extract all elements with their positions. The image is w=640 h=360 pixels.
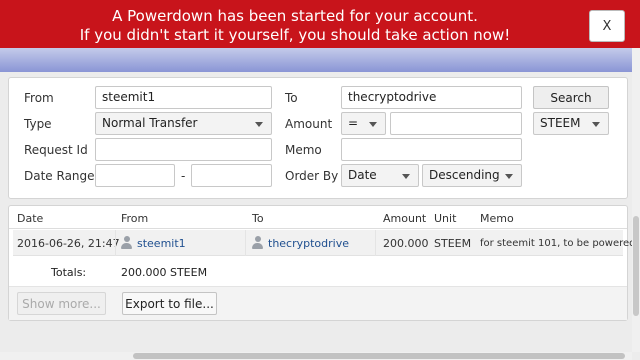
caret-down-icon xyxy=(505,174,513,179)
results-panel: Date From To Amount Unit Memo 2016-06-26… xyxy=(8,205,640,321)
date-to-input[interactable] xyxy=(191,164,272,187)
totals-value: 200.000 STEEM xyxy=(121,266,208,279)
row-amount: 200.000 xyxy=(383,237,429,250)
request-id-label: Request Id xyxy=(24,143,88,157)
order-by-select[interactable]: Date xyxy=(341,164,419,187)
date-from-input[interactable] xyxy=(95,164,175,187)
memo-label: Memo xyxy=(285,143,322,157)
to-label: To xyxy=(285,91,298,105)
user-icon xyxy=(252,236,263,249)
column-divider xyxy=(115,230,116,256)
alert-close-button[interactable]: X xyxy=(589,10,625,42)
horizontal-scrollbar-thumb[interactable] xyxy=(133,353,625,359)
column-header-date: Date xyxy=(17,212,44,225)
powerdown-alert-banner: A Powerdown has been started for your ac… xyxy=(0,0,640,48)
date-range-label: Date Range xyxy=(24,169,95,183)
row-date: 2016-06-26, 21:47 xyxy=(17,237,120,250)
horizontal-scrollbar[interactable] xyxy=(0,352,632,360)
from-label: From xyxy=(24,91,54,105)
amount-operator-select[interactable]: = xyxy=(341,112,386,135)
request-id-input[interactable] xyxy=(95,138,272,161)
row-to-link[interactable]: thecryptodrive xyxy=(268,237,349,250)
column-header-to: To xyxy=(252,212,264,225)
amount-input[interactable] xyxy=(390,112,522,135)
caret-down-icon xyxy=(369,122,377,127)
alert-message-line-1: A Powerdown has been started for your ac… xyxy=(112,7,478,25)
show-more-button[interactable]: Show more... xyxy=(17,292,106,315)
currency-select[interactable]: STEEM xyxy=(533,112,609,135)
search-button[interactable]: Search xyxy=(533,86,609,109)
vertical-scrollbar[interactable] xyxy=(632,48,640,352)
vertical-scrollbar-thumb[interactable] xyxy=(633,216,639,316)
order-by-value: Date xyxy=(348,168,377,182)
type-label: Type xyxy=(24,117,52,131)
alert-message-line-2: If you didn't start it yourself, you sho… xyxy=(79,26,511,44)
totals-label: Totals: xyxy=(51,266,87,279)
column-header-memo: Memo xyxy=(480,212,514,225)
results-button-bar: Show more... Export to file... xyxy=(9,286,627,320)
amount-label: Amount xyxy=(285,117,333,131)
type-select[interactable]: Normal Transfer xyxy=(95,112,272,135)
column-header-from: From xyxy=(121,212,149,225)
export-to-file-button[interactable]: Export to file... xyxy=(122,292,217,315)
column-divider xyxy=(245,230,246,256)
type-select-value: Normal Transfer xyxy=(102,116,198,130)
filter-panel: From steemit1 To thecryptodrive Search T… xyxy=(8,77,628,199)
order-by-label: Order By xyxy=(285,169,339,183)
memo-input[interactable] xyxy=(341,138,522,161)
to-input[interactable]: thecryptodrive xyxy=(341,86,522,109)
table-row[interactable]: 2016-06-26, 21:47 steemit1 thecryptodriv… xyxy=(13,230,640,256)
caret-down-icon xyxy=(592,122,600,127)
order-direction-select[interactable]: Descending xyxy=(422,164,522,187)
row-from-link[interactable]: steemit1 xyxy=(137,237,186,250)
currency-select-value: STEEM xyxy=(540,116,581,130)
order-direction-value: Descending xyxy=(429,168,500,182)
header-divider xyxy=(9,228,627,229)
amount-operator-value: = xyxy=(348,116,359,130)
column-header-amount: Amount xyxy=(383,212,427,225)
user-icon xyxy=(121,236,132,249)
row-memo: for steemit 101, to be powered up xyxy=(480,238,640,249)
caret-down-icon xyxy=(255,122,263,127)
column-header-unit: Unit xyxy=(434,212,457,225)
caret-down-icon xyxy=(402,174,410,179)
from-input[interactable]: steemit1 xyxy=(95,86,272,109)
date-range-separator: - xyxy=(181,169,186,183)
column-divider xyxy=(375,230,376,256)
row-unit: STEEM xyxy=(434,237,472,250)
header-strip xyxy=(0,48,632,72)
